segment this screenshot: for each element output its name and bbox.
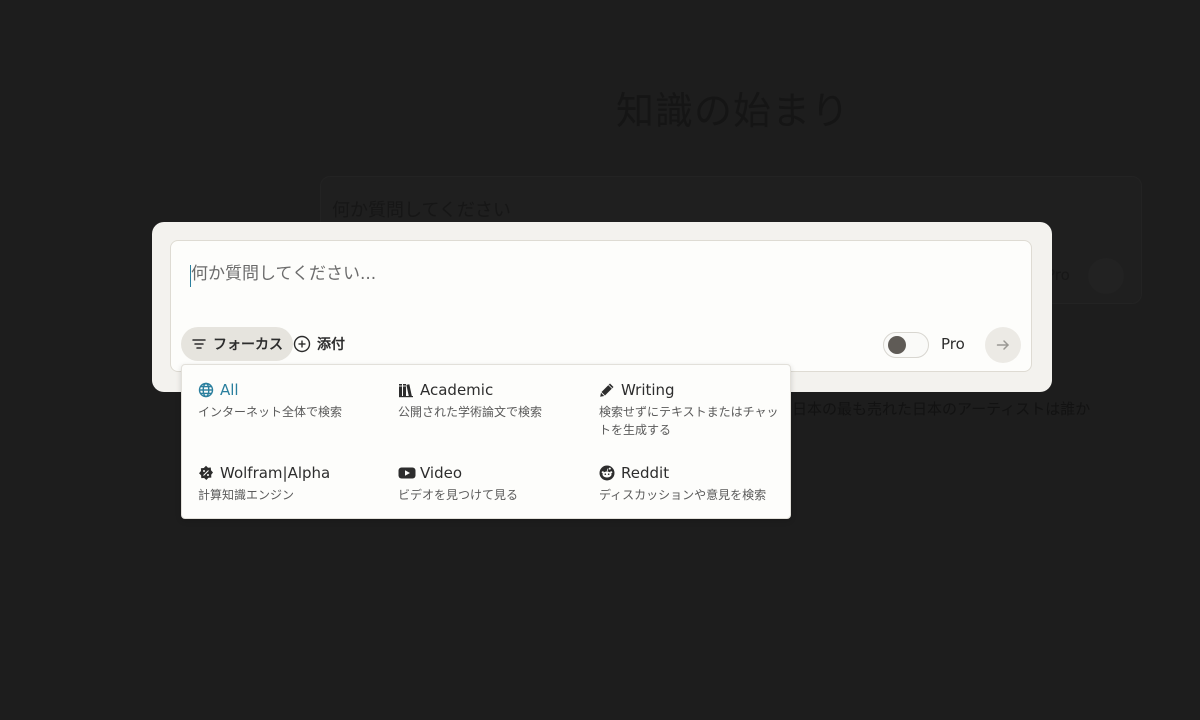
- focus-menu: All インターネット全体で検索 Academic 公開された学術論文で検索 W…: [181, 364, 791, 519]
- focus-option-label: Video: [420, 464, 463, 482]
- focus-option-reddit[interactable]: Reddit ディスカッションや意見を検索: [599, 463, 789, 504]
- background-placeholder: 何か質問してください: [332, 200, 511, 221]
- focus-option-description: 検索せずにテキストまたはチャットを生成する: [599, 405, 779, 437]
- reddit-icon: [599, 465, 615, 481]
- pencil-icon: [599, 382, 615, 398]
- focus-option-wolfram-alpha[interactable]: Wolfram|Alpha 計算知識エンジン: [198, 463, 388, 504]
- plus-circle-icon: [293, 335, 311, 353]
- focus-button-label: フォーカス: [213, 337, 283, 353]
- background-suggestion: 日本の最も売れた日本のアーティストは誰か: [792, 400, 1091, 418]
- focus-option-academic[interactable]: Academic 公開された学術論文で検索: [398, 380, 588, 421]
- focus-option-label: All: [220, 381, 239, 399]
- wolfram-icon: [198, 465, 214, 481]
- pro-toggle-knob: [888, 336, 906, 354]
- background-submit-button: [1088, 258, 1124, 294]
- focus-button[interactable]: フォーカス: [181, 327, 293, 361]
- focus-option-description: ビデオを見つけて見る: [398, 488, 519, 502]
- search-box: フォーカス 添付 Pro: [170, 240, 1032, 372]
- focus-option-description: 計算知識エンジン: [198, 488, 295, 502]
- focus-option-writing[interactable]: Writing 検索せずにテキストまたはチャットを生成する: [599, 380, 789, 439]
- filter-icon: [191, 336, 207, 352]
- youtube-icon: [398, 465, 416, 481]
- arrow-right-icon: [995, 337, 1011, 353]
- focus-option-label: Writing: [621, 381, 675, 399]
- focus-option-description: 公開された学術論文で検索: [398, 405, 543, 419]
- globe-icon: [198, 382, 214, 398]
- focus-option-label: Wolfram|Alpha: [220, 464, 331, 482]
- focus-option-label: Reddit: [621, 464, 670, 482]
- attach-button-label: 添付: [317, 337, 345, 353]
- focus-option-all[interactable]: All インターネット全体で検索: [198, 380, 388, 421]
- search-input[interactable]: [191, 259, 991, 289]
- focus-option-video[interactable]: Video ビデオを見つけて見る: [398, 463, 588, 504]
- focus-option-label: Academic: [420, 381, 494, 399]
- pro-toggle[interactable]: [883, 332, 929, 358]
- pro-label: Pro: [941, 335, 965, 353]
- focus-option-description: ディスカッションや意見を検索: [599, 488, 767, 502]
- page-title: 知識の始まり: [616, 89, 851, 133]
- focus-option-description: インターネット全体で検索: [198, 405, 343, 419]
- attach-button[interactable]: 添付: [293, 327, 345, 361]
- books-icon: [398, 382, 414, 398]
- submit-button[interactable]: [985, 327, 1021, 363]
